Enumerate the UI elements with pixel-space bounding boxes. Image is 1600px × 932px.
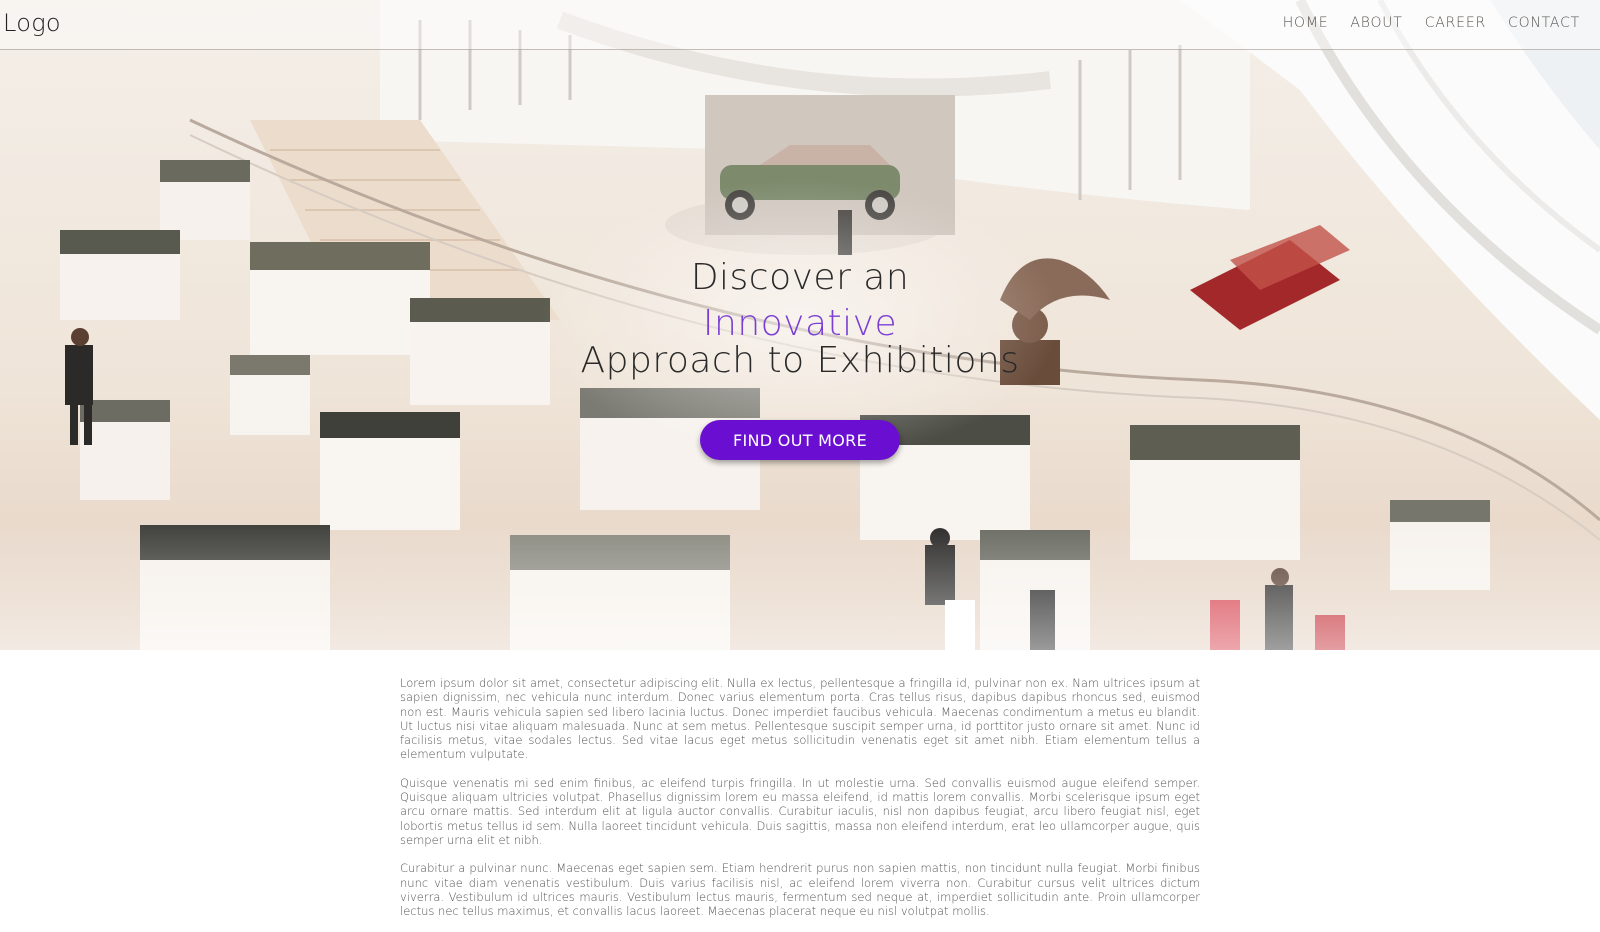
hero-heading: Discover an Innovative Approach to Exhib… [0, 255, 1600, 379]
find-out-more-button[interactable]: FIND OUT MORE [700, 420, 900, 460]
nav-link-about[interactable]: ABOUT [1350, 15, 1402, 31]
hero-line-1: Discover an [690, 257, 910, 298]
body-paragraph-3: Curabitur a pulvinar nunc. Maecenas eget… [400, 861, 1200, 919]
top-navbar: Logo HOME ABOUT CAREER CONTACT [0, 0, 1600, 50]
nav-link-contact[interactable]: CONTACT [1508, 15, 1580, 31]
nav-link-home[interactable]: HOME [1283, 15, 1329, 31]
hero-line-3: Approach to Exhibitions [580, 340, 1020, 381]
hero-section: Logo HOME ABOUT CAREER CONTACT Discover … [0, 0, 1600, 650]
body-paragraph-2: Quisque venenatis mi sed enim finibus, a… [400, 775, 1200, 847]
content-section: Lorem ipsum dolor sit amet, consectetur … [400, 676, 1200, 932]
nav-links: HOME ABOUT CAREER CONTACT [1283, 15, 1580, 31]
nav-link-career[interactable]: CAREER [1425, 15, 1486, 31]
body-paragraph-1: Lorem ipsum dolor sit amet, consectetur … [400, 676, 1200, 762]
site-logo[interactable]: Logo [3, 9, 61, 37]
